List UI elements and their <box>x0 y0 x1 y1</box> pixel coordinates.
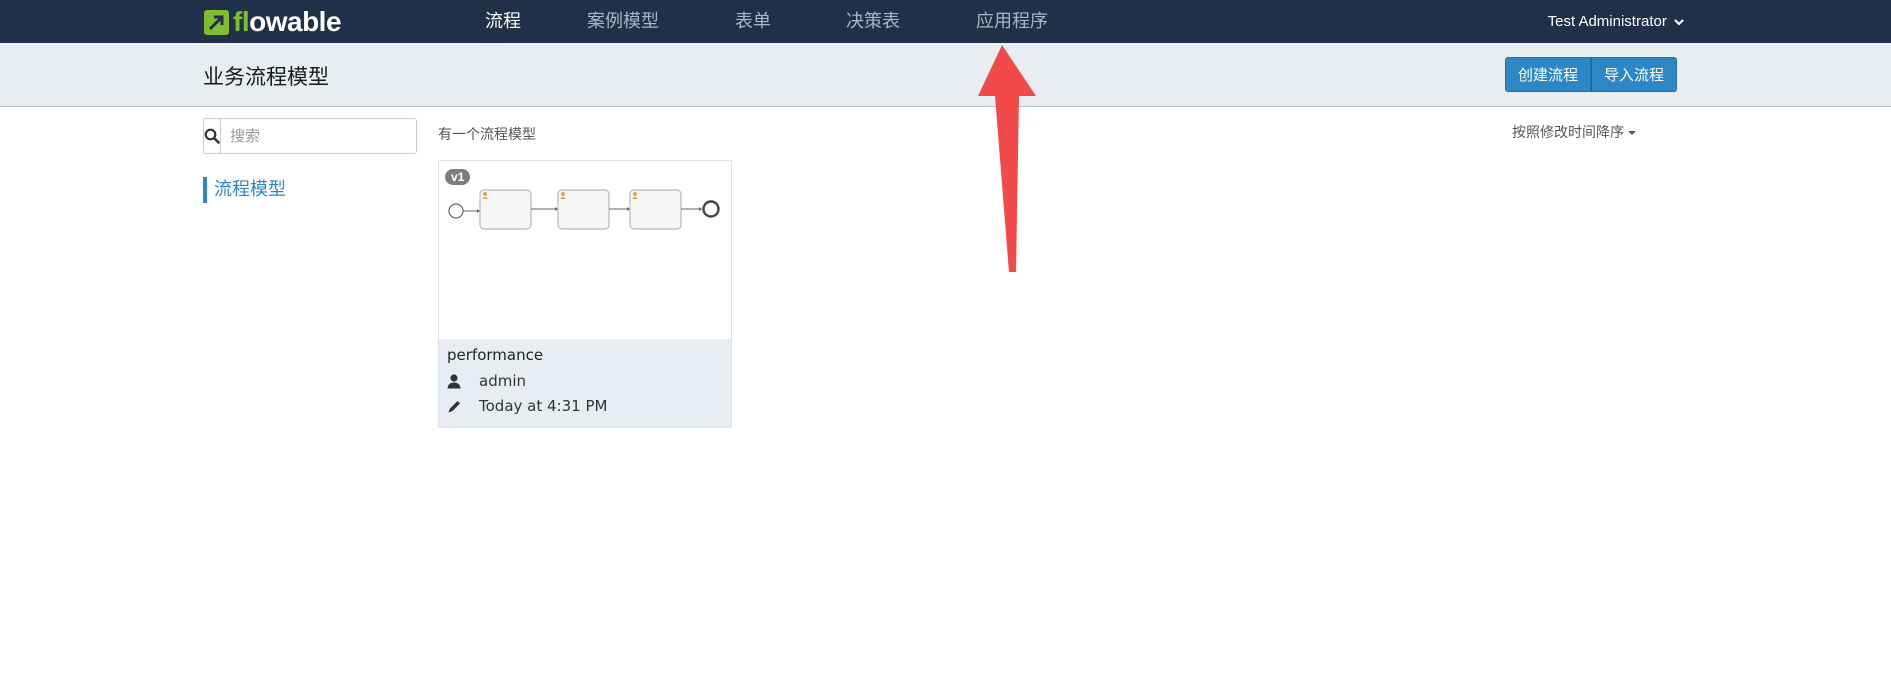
model-author-row: admin <box>447 372 526 390</box>
model-card-info: performance admin Today at 4:31 PM <box>439 339 731 427</box>
pencil-icon <box>447 398 471 414</box>
sort-label: 按照修改时间降序 <box>1512 125 1624 141</box>
nav-tab-apps[interactable]: 应用程序 <box>976 0 1048 43</box>
model-author: admin <box>479 372 526 390</box>
logo-wordmark: flowable <box>233 6 342 37</box>
create-process-button[interactable]: 创建流程 <box>1505 57 1592 92</box>
nav-tab-decision-table[interactable]: 决策表 <box>846 0 900 43</box>
nav-tab-case-model[interactable]: 案例模型 <box>587 0 659 43</box>
import-process-button[interactable]: 导入流程 <box>1591 57 1678 92</box>
model-modified-row: Today at 4:31 PM <box>447 397 607 415</box>
sidebar-item-process-models[interactable]: 流程模型 <box>203 177 286 203</box>
search-input[interactable] <box>221 119 424 153</box>
model-thumbnail[interactable]: v1 <box>439 161 731 339</box>
nav-tab-forms[interactable]: 表单 <box>735 0 771 43</box>
model-count-text: 有一个流程模型 <box>438 127 536 143</box>
header-actions: 创建流程 导入流程 <box>1505 57 1678 92</box>
caret-down-icon <box>1628 131 1636 135</box>
user-name: Test Administrator <box>1547 13 1667 30</box>
version-badge: v1 <box>445 169 471 185</box>
search-icon[interactable] <box>204 119 221 153</box>
chevron-down-icon <box>1674 18 1684 29</box>
sort-dropdown[interactable]: 按照修改时间降序 <box>1512 122 1636 142</box>
page-title: 业务流程模型 <box>203 65 329 89</box>
model-modified-time: Today at 4:31 PM <box>479 397 608 415</box>
top-navbar: flowable 流程 案例模型 表单 决策表 应用程序 Test Admini… <box>0 0 1891 43</box>
search-box <box>203 118 424 154</box>
model-card[interactable]: v1 performance admin Today at 4:31 PM <box>438 160 732 428</box>
bpmn-diagram-thumbnail <box>448 189 720 230</box>
model-name[interactable]: performance <box>447 346 543 364</box>
page-header: 业务流程模型 创建流程 导入流程 <box>0 43 1891 107</box>
flowable-logo-icon <box>204 9 229 35</box>
user-menu[interactable]: Test Administrator <box>1548 0 1684 43</box>
flowable-logo[interactable]: flowable <box>204 6 342 37</box>
user-icon <box>447 373 471 389</box>
nav-tab-process[interactable]: 流程 <box>485 0 521 43</box>
